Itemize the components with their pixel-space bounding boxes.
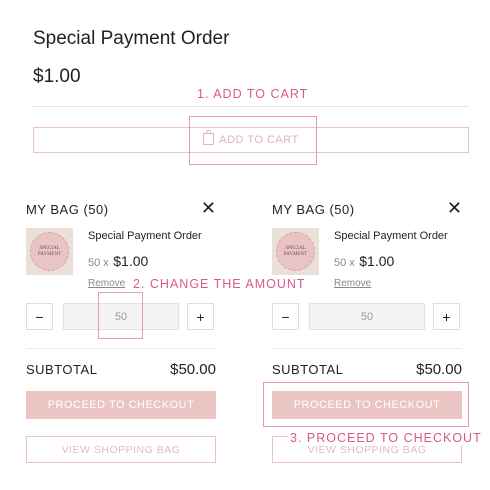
item-name: Special Payment Order <box>88 230 202 242</box>
subtotal-value: $50.00 <box>416 361 462 378</box>
divider <box>26 348 216 349</box>
item-qty-price: 50 x $1.00 <box>334 253 394 271</box>
quantity-input[interactable]: 50 <box>309 303 425 330</box>
subtotal-label: SUBTOTAL <box>272 362 344 377</box>
divider <box>33 106 469 107</box>
proceed-to-checkout-button[interactable]: PROCEED TO CHECKOUT <box>26 391 216 419</box>
product-thumbnail: SPECIAL PAYMENT <box>26 228 73 275</box>
checkout-highlight <box>263 382 469 427</box>
subtotal-value: $50.00 <box>170 361 216 378</box>
item-qty-price: 50 x $1.00 <box>88 253 148 271</box>
increment-button[interactable]: + <box>187 303 214 330</box>
product-seal: SPECIAL PAYMENT <box>30 232 69 271</box>
view-shopping-bag-button[interactable]: VIEW SHOPPING BAG <box>26 436 216 463</box>
item-qty-prefix: 50 x <box>334 257 355 269</box>
product-seal: SPECIAL PAYMENT <box>276 232 315 271</box>
decrement-button[interactable]: − <box>272 303 299 330</box>
close-icon[interactable]: ✕ <box>447 199 462 217</box>
remove-link[interactable]: Remove <box>334 278 371 289</box>
product-thumbnail: SPECIAL PAYMENT <box>272 228 319 275</box>
product-title: Special Payment Order <box>33 28 230 49</box>
add-to-cart-highlight <box>189 116 317 165</box>
increment-button[interactable]: + <box>433 303 460 330</box>
item-unit-price: $1.00 <box>113 253 149 269</box>
item-name: Special Payment Order <box>334 230 448 242</box>
remove-link[interactable]: Remove <box>88 278 125 289</box>
bag-title: MY BAG (50) <box>26 202 109 217</box>
close-icon[interactable]: ✕ <box>201 199 216 217</box>
bag-title: MY BAG (50) <box>272 202 355 217</box>
decrement-button[interactable]: − <box>26 303 53 330</box>
divider <box>272 348 462 349</box>
step3-annotation: 3. PROCEED TO CHECKOUT <box>288 431 484 445</box>
item-unit-price: $1.00 <box>359 253 395 269</box>
product-price: $1.00 <box>33 66 81 87</box>
item-qty-prefix: 50 x <box>88 257 109 269</box>
step2-annotation: 2. CHANGE THE AMOUNT <box>133 277 306 291</box>
quantity-highlight <box>98 292 143 339</box>
bag-panel-left: MY BAG (50) ✕ SPECIAL PAYMENT Special Pa… <box>26 195 216 485</box>
step1-annotation: 1. ADD TO CART <box>197 87 309 101</box>
subtotal-label: SUBTOTAL <box>26 362 98 377</box>
